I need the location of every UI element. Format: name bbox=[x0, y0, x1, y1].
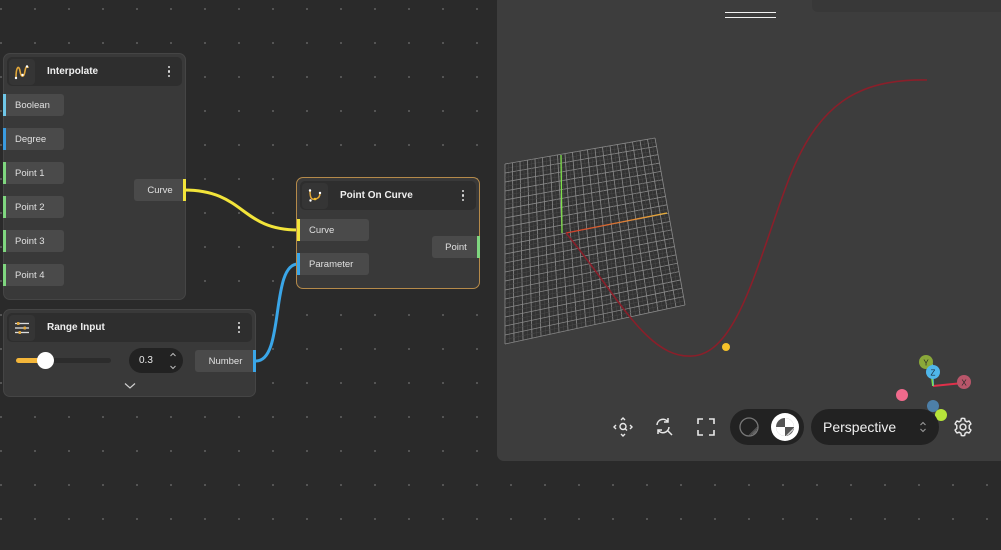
svg-text:Y: Y bbox=[923, 359, 929, 368]
slider-thumb[interactable] bbox=[36, 352, 54, 369]
port-number-out[interactable]: Number bbox=[195, 350, 256, 372]
node-title: Interpolate bbox=[47, 66, 99, 77]
gear-icon bbox=[954, 417, 972, 437]
gizmo-neg-x bbox=[896, 389, 908, 401]
grid-plane bbox=[504, 137, 686, 345]
node-header[interactable]: Range Input bbox=[7, 313, 252, 342]
node-header[interactable]: Point On Curve bbox=[300, 181, 476, 210]
zoom-pan-icon bbox=[613, 417, 633, 437]
node-title: Range Input bbox=[47, 322, 105, 333]
camera-mode-select[interactable]: Perspective bbox=[811, 409, 939, 445]
svg-text:X: X bbox=[961, 379, 967, 388]
reset-view-button[interactable] bbox=[651, 414, 677, 440]
shading-toggle[interactable] bbox=[730, 409, 804, 445]
expand-chevron-icon[interactable] bbox=[4, 382, 255, 390]
fullscreen-button[interactable] bbox=[693, 414, 719, 440]
svg-text:Z: Z bbox=[931, 369, 936, 378]
fullscreen-icon bbox=[697, 418, 715, 436]
more-vertical-icon[interactable] bbox=[456, 186, 470, 206]
refresh-search-icon bbox=[656, 418, 673, 436]
shading-wireframe-option[interactable] bbox=[735, 413, 763, 441]
settings-button[interactable] bbox=[950, 414, 976, 440]
port-point-1[interactable]: Point 1 bbox=[3, 162, 64, 184]
port-degree[interactable]: Degree bbox=[3, 128, 64, 150]
port-point-3[interactable]: Point 3 bbox=[3, 230, 64, 252]
wire-curve[interactable] bbox=[183, 188, 299, 232]
wireframe-sphere-icon bbox=[739, 417, 759, 437]
node-title: Point On Curve bbox=[340, 190, 413, 201]
zoom-pan-button[interactable] bbox=[610, 414, 636, 440]
scene-canvas[interactable]: Y X Z bbox=[497, 0, 1001, 461]
port-boolean[interactable]: Boolean bbox=[3, 94, 64, 116]
port-curve-out[interactable]: Curve bbox=[134, 179, 186, 201]
port-parameter-in[interactable]: Parameter bbox=[297, 253, 369, 275]
wire-parameter[interactable] bbox=[255, 262, 299, 363]
point-on-curve-icon bbox=[302, 182, 328, 209]
stepper[interactable] bbox=[167, 351, 179, 371]
node-header[interactable]: Interpolate bbox=[7, 57, 182, 86]
point-on-curve-marker[interactable] bbox=[722, 343, 730, 351]
viewport-3d[interactable]: Y X Z Perspective bbox=[497, 0, 1001, 461]
shading-solid-option[interactable] bbox=[771, 413, 799, 441]
value-input[interactable]: 0.3 bbox=[129, 348, 183, 373]
port-point-2[interactable]: Point 2 bbox=[3, 196, 64, 218]
solid-sphere-icon bbox=[776, 418, 795, 437]
interpolate-curve-icon bbox=[9, 58, 35, 85]
sliders-icon bbox=[9, 314, 35, 341]
range-slider[interactable] bbox=[16, 352, 111, 369]
more-vertical-icon[interactable] bbox=[232, 318, 246, 338]
select-chevron-icon bbox=[920, 421, 926, 433]
more-vertical-icon[interactable] bbox=[162, 62, 176, 82]
port-point-4[interactable]: Point 4 bbox=[3, 264, 64, 286]
port-curve-in[interactable]: Curve bbox=[297, 219, 369, 241]
port-point-out[interactable]: Point bbox=[432, 236, 480, 258]
